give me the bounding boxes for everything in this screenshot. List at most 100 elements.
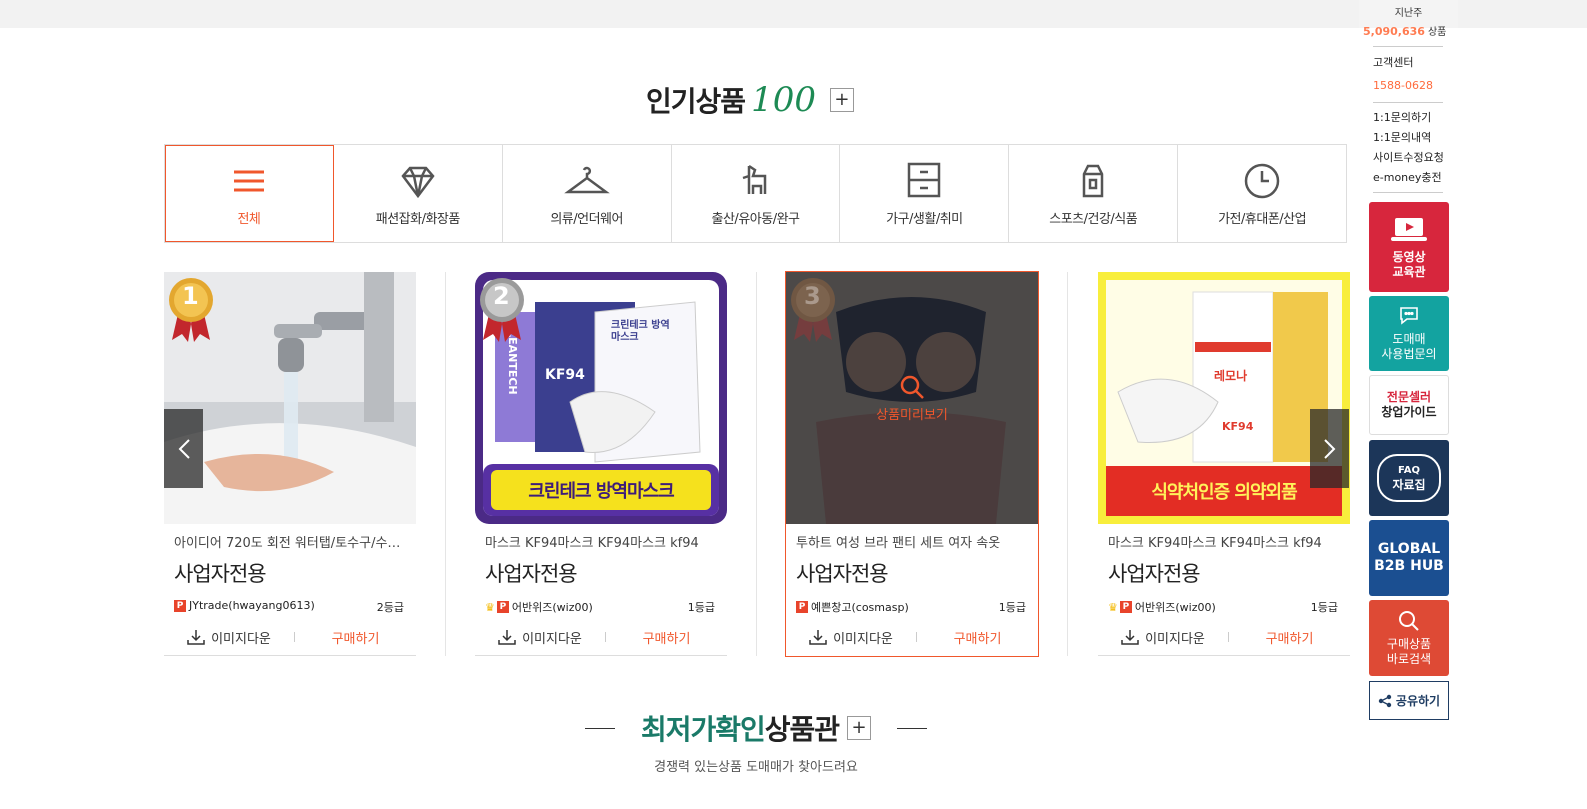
download-icon xyxy=(498,630,516,645)
tab-all[interactable]: 전체 xyxy=(165,145,334,242)
seller[interactable]: P 예쁜창고(cosmasp) xyxy=(796,599,909,615)
search-icon xyxy=(1399,611,1419,631)
seller-grade: 1등급 xyxy=(1310,601,1338,614)
crown-icon: ♛ xyxy=(1108,600,1118,614)
tab-furniture-living[interactable]: 가구/생활/취미 xyxy=(840,145,1010,242)
seller[interactable]: ♛ P 어반위즈(wiz00) xyxy=(1108,599,1216,615)
product-image[interactable]: 상품미리보기 3 xyxy=(786,272,1038,524)
customer-center-phone: 1588-0628 xyxy=(1373,79,1433,92)
rank-number: 3 xyxy=(804,282,821,310)
lowest-price-section-title: 최저가확인상품관 + xyxy=(0,708,1512,748)
divider xyxy=(1373,46,1443,47)
video-education-banner[interactable]: 동영상 교육관 xyxy=(1369,202,1449,292)
seller-guide-banner[interactable]: 전문셀러 창업가이드 xyxy=(1369,375,1449,435)
package-kf94-text: KF94 xyxy=(545,367,585,383)
popular-more-button[interactable]: + xyxy=(829,88,854,112)
power-seller-badge: P xyxy=(174,599,186,612)
buy-button[interactable]: 구매하기 xyxy=(917,628,1038,647)
product-name[interactable]: 투하트 여성 브라 팬티 세트 여자 속옷 xyxy=(796,532,1028,551)
lowest-title-green: 최저가확인 xyxy=(640,713,766,746)
seller-name: 어반위즈(wiz00) xyxy=(1134,601,1216,614)
video-laptop-icon xyxy=(1391,218,1427,241)
image-download-button[interactable]: 이미지다운 xyxy=(164,628,294,647)
power-seller-badge: P xyxy=(496,601,509,613)
tab-electronics-mobile[interactable]: 가전/휴대폰/산업 xyxy=(1178,145,1346,242)
tab-label: 전체 xyxy=(237,212,261,227)
search-icon xyxy=(900,375,924,399)
share-button[interactable]: 공유하기 xyxy=(1369,681,1449,720)
usage-inquiry-banner[interactable]: 도매매 사용법문의 xyxy=(1369,296,1449,371)
milk-carton-icon xyxy=(1082,164,1104,198)
lowest-more-button[interactable]: + xyxy=(847,716,872,740)
top-bar xyxy=(0,0,1587,28)
product-card-2[interactable]: CLEANTECH 크린테크 방역마스크 KF94 크린테크 방역마스크 2 마… xyxy=(475,272,727,656)
image-download-button[interactable]: 이미지다운 xyxy=(1098,628,1228,647)
power-seller-badge: P xyxy=(1119,601,1132,613)
buy-button[interactable]: 구매하기 xyxy=(295,628,416,647)
quick-search-banner[interactable]: 구매상품 바로검색 xyxy=(1369,600,1449,676)
chevron-left-icon xyxy=(178,438,190,459)
product-name[interactable]: 마스크 KF94마스크 KF94마스크 kf94 xyxy=(1108,532,1340,551)
product-card-3[interactable]: 상품미리보기 3 투하트 여성 브라 팬티 세트 여자 속옷 사업자전용 P 예쁜… xyxy=(785,271,1039,657)
tab-label: 출산/유아동/완구 xyxy=(711,212,800,227)
package-sub-text: 크린테크 방역마스크 xyxy=(611,320,670,343)
product-type: 사업자전용 xyxy=(796,562,889,586)
seller-name: JYtrade(hwayang0613) xyxy=(189,599,315,612)
diamond-icon xyxy=(401,166,435,199)
weekly-label: 지난주 xyxy=(1394,8,1423,19)
title-line-right xyxy=(897,727,928,729)
link-emoney-charge[interactable]: e-money충전 xyxy=(1373,169,1442,185)
product-type: 사업자전용 xyxy=(485,562,578,586)
card-divider xyxy=(1067,272,1068,656)
image-download-button[interactable]: 이미지다운 xyxy=(786,628,916,647)
global-b2b-hub-banner[interactable]: GLOBAL B2B HUB xyxy=(1369,520,1449,596)
weekly-product-count: 5,090,636 상품 xyxy=(1363,25,1447,38)
download-icon xyxy=(187,630,205,645)
tab-sports-health-food[interactable]: 스포츠/건강/식품 xyxy=(1009,145,1179,242)
tab-clothing[interactable]: 의류/언더웨어 xyxy=(503,145,672,242)
tab-label: 의류/언더웨어 xyxy=(550,212,623,227)
preview-label: 상품미리보기 xyxy=(876,407,948,423)
link-inquiry[interactable]: 1:1문의하기 xyxy=(1373,109,1431,125)
divider xyxy=(1373,102,1443,103)
divider xyxy=(1373,192,1443,193)
share-icon xyxy=(1378,694,1392,707)
hanger-icon xyxy=(563,166,610,194)
product-name[interactable]: 아이디어 720도 회전 워터탭/토수구/수도꼭지 xyxy=(174,532,406,551)
carousel-next-button[interactable] xyxy=(1310,409,1349,488)
product-info: 아이디어 720도 회전 워터탭/토수구/수도꼭지 사업자전용 P JYtrade… xyxy=(164,524,416,656)
seller-grade: 2등급 xyxy=(376,601,404,614)
tab-fashion-cosmetics[interactable]: 패션잡화/화장품 xyxy=(334,145,503,242)
lowest-title-black: 상품관 xyxy=(764,713,840,746)
product-info: 투하트 여성 브라 팬티 세트 여자 속옷 사업자전용 P 예쁜창고(cosmas… xyxy=(786,524,1038,656)
carousel-prev-button[interactable] xyxy=(164,409,203,488)
seller-grade: 1등급 xyxy=(687,601,715,614)
tab-baby-kids-toys[interactable]: 출산/유아동/완구 xyxy=(672,145,841,242)
product-image[interactable]: CLEANTECH 크린테크 방역마스크 KF94 크린테크 방역마스크 2 xyxy=(475,272,727,524)
seller[interactable]: ♛ P 어반위즈(wiz00) xyxy=(485,599,593,615)
popular-number: 100 xyxy=(751,80,816,120)
tab-label: 패션잡화/화장품 xyxy=(375,212,461,227)
drawer-icon xyxy=(908,162,941,198)
seller-grade: 1등급 xyxy=(998,601,1026,614)
product-actions: 이미지다운 구매하기 xyxy=(1098,624,1350,650)
product-name[interactable]: 마스크 KF94마스크 KF94마스크 kf94 xyxy=(485,532,717,551)
buy-button[interactable]: 구매하기 xyxy=(606,628,727,647)
tab-label: 가구/생활/취미 xyxy=(886,212,963,227)
product-info: 마스크 KF94마스크 KF94마스크 kf94 사업자전용 ♛ P 어반위즈(wi… xyxy=(1098,524,1350,656)
image-download-button[interactable]: 이미지다운 xyxy=(475,628,605,647)
card-divider xyxy=(756,272,757,656)
popular-title: 인기상품 xyxy=(646,85,746,118)
seller[interactable]: P JYtrade(hwayang0613) xyxy=(174,599,315,612)
link-inquiry-history[interactable]: 1:1문의내역 xyxy=(1373,129,1431,145)
link-site-fix-request[interactable]: 사이트수정요청 xyxy=(1373,149,1444,165)
package-title-text: 식약처인증 의약외품 xyxy=(1151,482,1297,503)
product-carousel: 1 아이디어 720도 회전 워터탭/토수구/수도꼭지 사업자전용 P JYtra… xyxy=(164,271,1350,657)
rank-number: 1 xyxy=(182,282,199,310)
rank-number: 2 xyxy=(493,282,510,310)
download-icon xyxy=(1121,630,1139,645)
package-title-text: 크린테크 방역마스크 xyxy=(528,481,674,502)
faq-banner[interactable]: FAQ 자료집 xyxy=(1369,440,1449,516)
tab-label: 가전/휴대폰/산업 xyxy=(1218,212,1307,227)
buy-button[interactable]: 구매하기 xyxy=(1229,628,1350,647)
